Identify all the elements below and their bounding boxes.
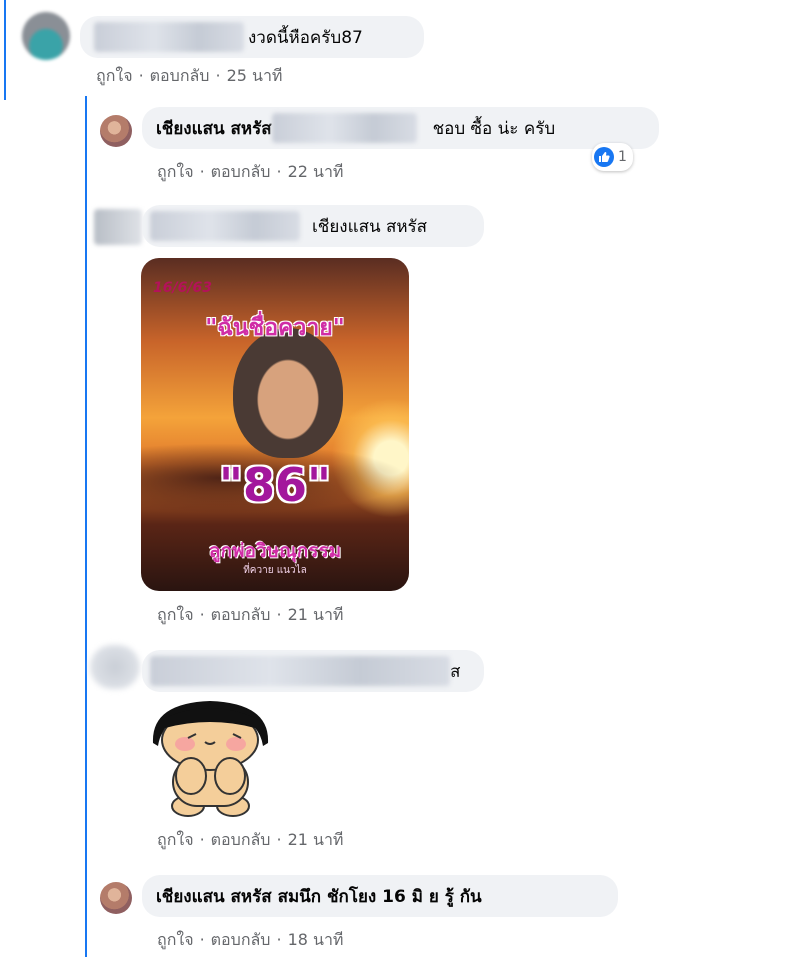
mention-name[interactable]: เชียงแสน สหรัส: [312, 213, 427, 240]
timestamp[interactable]: 18 นาที: [288, 930, 344, 949]
avatar[interactable]: [90, 645, 140, 689]
comment-text: สมนึก ชักโยง 16 มิ ย รู้ กัน: [277, 886, 482, 907]
timestamp[interactable]: 21 นาที: [288, 830, 344, 849]
reply-link[interactable]: ตอบกลับ: [211, 830, 271, 849]
comment-bubble: เชียงแสน สหรัส สมนึก ชักโยง 16 มิ ย รู้ …: [142, 875, 618, 917]
reply-link[interactable]: ตอบกลับ: [150, 66, 210, 85]
blurred-mention: [271, 113, 417, 143]
image-number: "86": [219, 458, 331, 512]
image-caption: ลูกพ่อวิษณุกรรม: [208, 540, 342, 562]
comment-bubble: เชียงแสน สหรัส ชอบ ซื้อ น่ะ ครับ: [142, 107, 659, 149]
reaction-count: 1: [618, 149, 627, 165]
author-name[interactable]: เชียงแสน สหรัส: [156, 115, 272, 142]
comment-bubble: เชียงแสน สหรัส: [142, 205, 484, 247]
blurred-name: [150, 211, 300, 241]
thumbs-up-icon: [594, 147, 614, 167]
thread-line-replies: [85, 96, 87, 957]
author-name-tail[interactable]: ส: [450, 658, 460, 685]
like-link[interactable]: ถูกใจ: [157, 605, 194, 624]
image-title: "ฉันชื่อควาย": [205, 315, 345, 341]
like-link[interactable]: ถูกใจ: [157, 830, 194, 849]
comment-image[interactable]: 16/6/63 "ฉันชื่อควาย" "86" ลูกพ่อวิษณุกร…: [141, 258, 409, 591]
blurred-name: [94, 22, 244, 52]
sticker[interactable]: [143, 698, 278, 818]
like-link[interactable]: ถูกใจ: [157, 162, 194, 181]
author-name[interactable]: เชียงแสน สหรัส: [156, 883, 272, 910]
reply-link[interactable]: ตอบกลับ: [211, 605, 271, 624]
thread-line-main: [4, 0, 6, 100]
timestamp[interactable]: 22 นาที: [288, 162, 344, 181]
blurred-name: [150, 656, 450, 686]
avatar[interactable]: [100, 115, 132, 147]
comment-actions: ถูกใจ · ตอบกลับ · 21 นาที: [157, 605, 344, 624]
avatar[interactable]: [22, 12, 70, 60]
timestamp[interactable]: 21 นาที: [288, 605, 344, 624]
comment-actions: ถูกใจ · ตอบกลับ · 18 นาที: [157, 930, 344, 949]
avatar[interactable]: [94, 209, 142, 245]
reply-link[interactable]: ตอบกลับ: [211, 162, 271, 181]
reply-link[interactable]: ตอบกลับ: [211, 930, 271, 949]
comment-actions: ถูกใจ · ตอบกลับ · 21 นาที: [157, 830, 344, 849]
like-link[interactable]: ถูกใจ: [96, 66, 133, 85]
comment-actions: ถูกใจ · ตอบกลับ · 22 นาที: [157, 162, 344, 181]
comment-text: งวดนี้หือครับ87: [248, 27, 363, 48]
comment-bubble: ส: [142, 650, 484, 692]
comment-actions: ถูกใจ · ตอบกลับ · 25 นาที: [96, 66, 283, 85]
comment-bubble: งวดนี้หือครับ87: [80, 16, 424, 58]
person-photo: [233, 328, 343, 458]
avatar[interactable]: [100, 882, 132, 914]
comment-text: ชอบ ซื้อ น่ะ ครับ: [432, 118, 556, 139]
image-subcaption: ที่ควาย แนวไล: [243, 565, 307, 576]
reaction-badge[interactable]: 1: [592, 143, 633, 171]
timestamp[interactable]: 25 นาที: [227, 66, 283, 85]
image-date: 16/6/63: [153, 280, 212, 296]
like-link[interactable]: ถูกใจ: [157, 930, 194, 949]
